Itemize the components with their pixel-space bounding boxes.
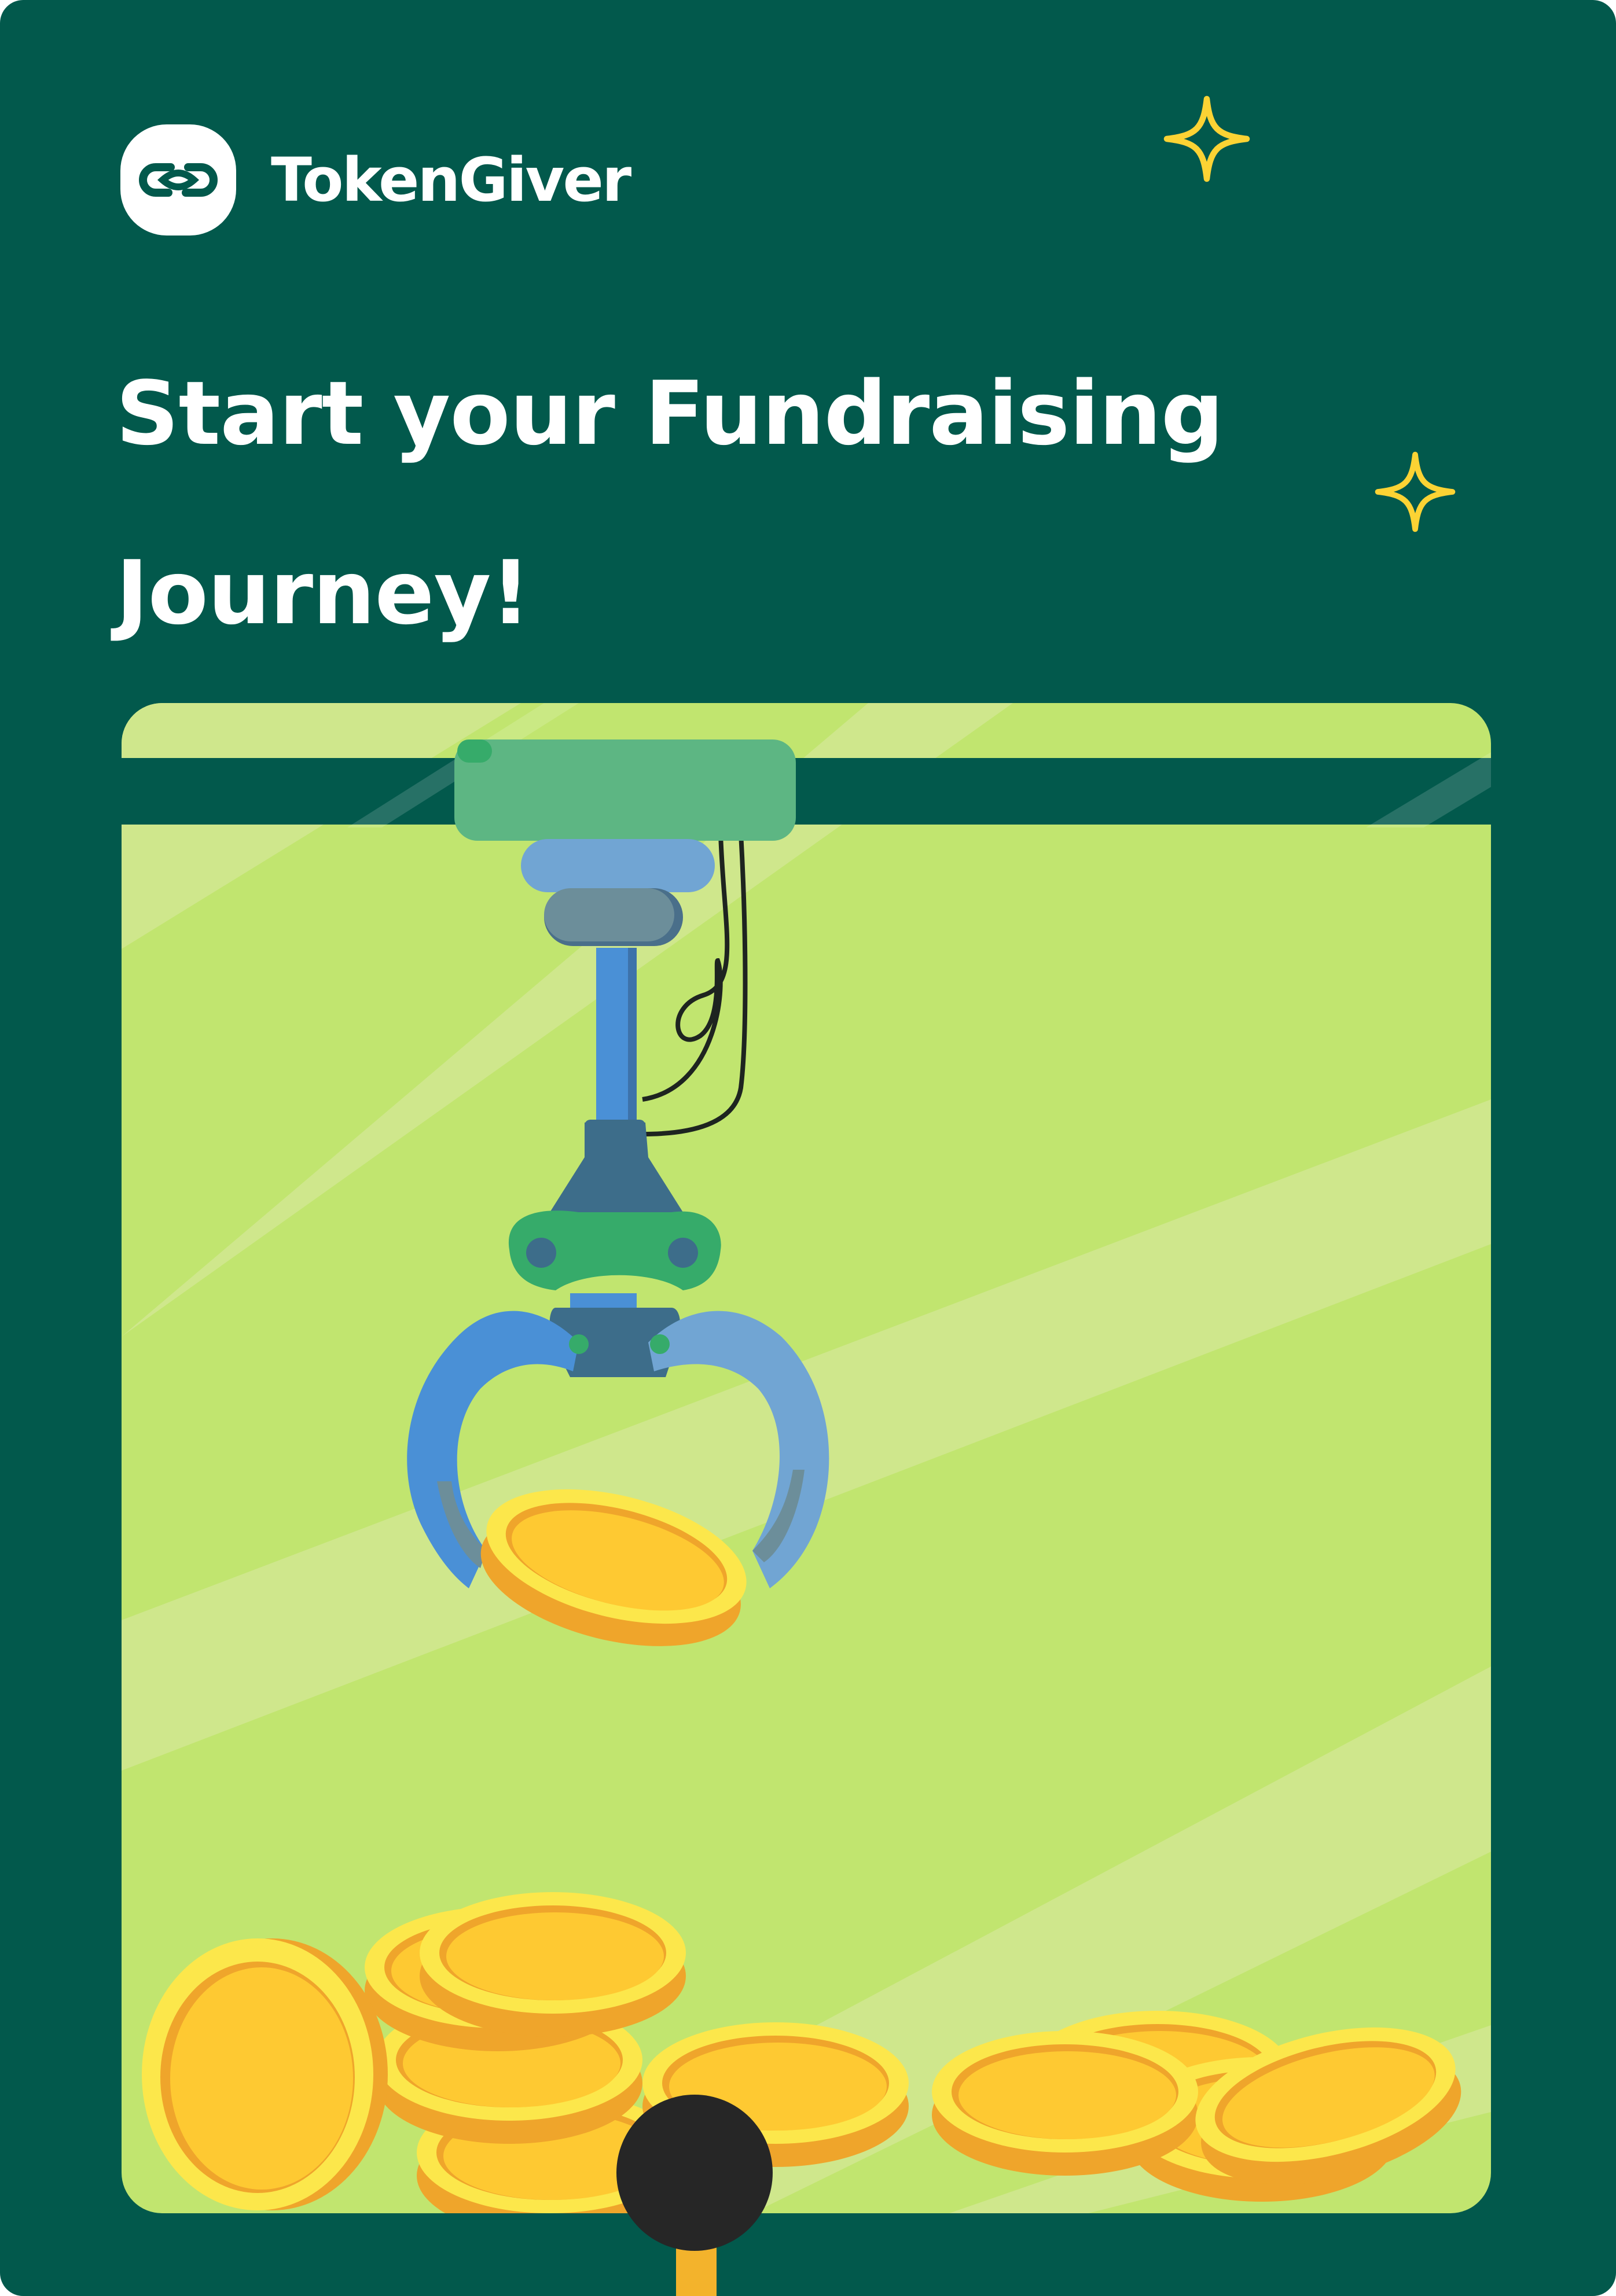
claw-machine-illustration xyxy=(122,703,1491,2296)
poster-card: TokenGiver Start your Fundraising Journe… xyxy=(0,0,1616,2296)
joystick xyxy=(616,2095,773,2296)
claw-rail xyxy=(122,758,1491,825)
